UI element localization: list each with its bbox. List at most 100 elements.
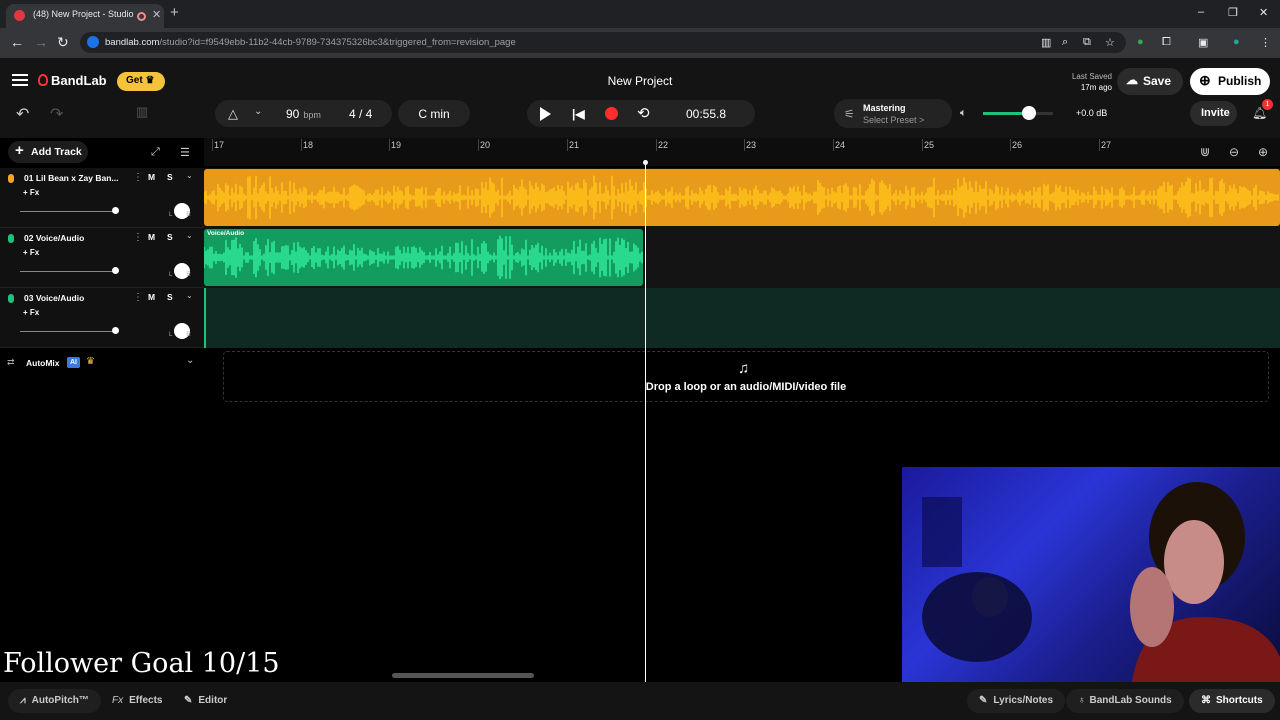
horizontal-scrollbar[interactable] [392,673,534,678]
add-fx-button[interactable]: + Fx [23,248,39,257]
track-volume-slider[interactable] [20,271,116,272]
playhead[interactable] [645,162,646,682]
invite-button[interactable]: Invite [1190,101,1237,126]
track-volume-knob[interactable] [112,207,119,214]
playhead-handle[interactable] [643,160,648,165]
record-button[interactable] [605,107,618,120]
skip-to-start-icon[interactable]: |◀ [572,107,585,121]
solo-button[interactable]: S [167,172,173,182]
get-membership-button[interactable]: Get ♛ [117,72,165,91]
mixer-icon[interactable]: ☰ [180,146,190,159]
time-signature[interactable]: 4 / 4 [349,107,372,121]
mute-button[interactable]: M [148,232,155,242]
master-volume-slider[interactable] [983,112,1053,115]
track-options-icon[interactable]: ⋮ [133,292,143,303]
solo-button[interactable]: S [167,292,173,302]
solo-button[interactable]: S [167,232,173,242]
track-volume-slider[interactable] [20,211,116,212]
close-tab-icon[interactable]: ✕ [152,8,161,21]
bandlab-logo[interactable]: BandLab [38,73,107,88]
browser-menu-icon[interactable]: ⋮ [1260,36,1271,49]
zoom-out-icon[interactable]: ⊖ [1229,145,1239,159]
loop-icon[interactable]: ⟲ [637,104,650,122]
automix-chevron-icon[interactable]: ⌄ [186,355,194,366]
bookmark-star-icon[interactable]: ☆ [1105,36,1115,49]
track-row[interactable]: 01 Lil Bean x Zay Ban... ⋮ M S ⌄ + Fx LR [0,168,204,228]
add-track-button[interactable]: Add Track [8,141,88,163]
audio-clip[interactable]: Voice/Audio [204,229,643,286]
reader-mode-icon[interactable]: ▥ [1041,36,1051,49]
speaker-icon[interactable]: 🔈︎ [960,107,967,120]
profile-avatar-icon[interactable]: ● [1233,36,1240,48]
save-button[interactable]: ☁ Save [1117,68,1183,95]
track-name[interactable]: 01 Lil Bean x Zay Ban... [24,173,128,183]
volume-knob[interactable] [1022,106,1036,120]
add-fx-button[interactable]: + Fx [23,308,39,317]
restore-icon[interactable]: ❐ [1228,6,1238,19]
chevron-down-icon[interactable]: ⌄ [186,291,193,300]
grammarly-extension-icon[interactable]: ● [1137,36,1144,48]
effects-button[interactable]: Fx Effects [100,689,174,713]
undo-icon[interactable]: ↶ [16,104,29,124]
chevron-down-icon[interactable]: ⌄ [186,171,193,180]
new-tab-icon[interactable]: + [170,4,179,21]
add-fx-button[interactable]: + Fx [23,188,39,197]
track-lane[interactable] [204,168,1280,228]
bpm-value: 90 [286,107,300,121]
track-volume-knob[interactable] [112,327,119,334]
lyrics-notes-button[interactable]: ✎ Lyrics/Notes [967,689,1066,713]
automation-icon[interactable]: ⤢ [151,146,160,159]
browser-tab[interactable]: (48) New Project - Studio ✕ [6,4,164,28]
mastering-info[interactable]: Mastering Select Preset > [863,102,924,126]
key-selector[interactable]: C min [398,107,470,121]
forward-icon[interactable]: → [34,34,48,50]
minimize-icon[interactable]: – [1198,6,1204,18]
sidebar-icon[interactable]: ▣ [1198,36,1208,49]
zoom-in-icon[interactable]: ⊕ [1258,145,1268,159]
bandlab-favicon-icon [14,10,25,21]
project-title[interactable]: New Project [540,74,740,88]
bpm-unit: bpm [303,110,321,120]
play-icon[interactable] [540,107,551,121]
editor-button[interactable]: ✎ Editor [172,689,239,713]
metronome-icon[interactable]: △ [228,106,238,122]
crown-icon: ♛ [145,75,155,86]
piano-keys-icon[interactable]: ▥ [136,104,148,120]
close-window-icon[interactable]: ✕ [1259,6,1268,19]
address-bar[interactable]: bandlab.com/studio?id=f9549ebb-11b2-44cb… [80,32,1126,53]
back-icon[interactable]: ← [10,34,24,50]
timeline-ruler[interactable] [204,138,1280,166]
hamburger-menu-icon[interactable] [12,74,28,76]
audio-clip[interactable] [204,169,1280,226]
track-row[interactable]: 02 Voice/Audio ⋮ M S ⌄ + Fx LR [0,228,204,288]
track-lane[interactable]: Voice/Audio [204,228,1280,288]
track-name[interactable]: 03 Voice/Audio [24,293,128,303]
reload-icon[interactable]: ↻ [57,34,69,51]
mastering-sliders-icon: ⚟ [844,107,855,121]
bandlab-sounds-button[interactable]: ♁ BandLab Sounds [1066,689,1184,713]
install-app-icon[interactable]: ⧉ [1083,36,1091,49]
extensions-icon[interactable]: ⧠ [1162,36,1171,49]
track-options-icon[interactable]: ⋮ [133,172,143,183]
track-volume-slider[interactable] [20,331,116,332]
automix-label[interactable]: AutoMix [26,358,60,368]
microphone-icon [8,174,14,183]
redo-icon[interactable]: ↷ [50,104,63,124]
track-options-icon[interactable]: ⋮ [133,232,143,243]
bpm-field[interactable]: 90 bpm [286,107,321,121]
mute-button[interactable]: M [148,292,155,302]
snap-magnet-icon[interactable]: ⋓ [1200,145,1210,159]
track-lane-armed[interactable] [204,288,1280,348]
track-row[interactable]: 03 Voice/Audio ⋮ M S ⌄ + Fx LR [0,288,204,348]
shortcuts-button[interactable]: ⌘ Shortcuts [1189,689,1275,713]
autopitch-icon: ⩘ [20,695,26,706]
zoom-icon[interactable]: ⌕ [1062,36,1068,49]
publish-button[interactable]: ⊕ Publish [1190,68,1270,95]
track-volume-knob[interactable] [112,267,119,274]
autopitch-button[interactable]: ⩘ AutoPitch™ [8,689,101,713]
mute-button[interactable]: M [148,172,155,182]
chevron-down-icon[interactable]: ⌄ [186,231,193,240]
metronome-dropdown-icon[interactable]: ⌄ [254,106,262,117]
track-name[interactable]: 02 Voice/Audio [24,233,128,243]
site-info-icon[interactable] [87,36,99,48]
